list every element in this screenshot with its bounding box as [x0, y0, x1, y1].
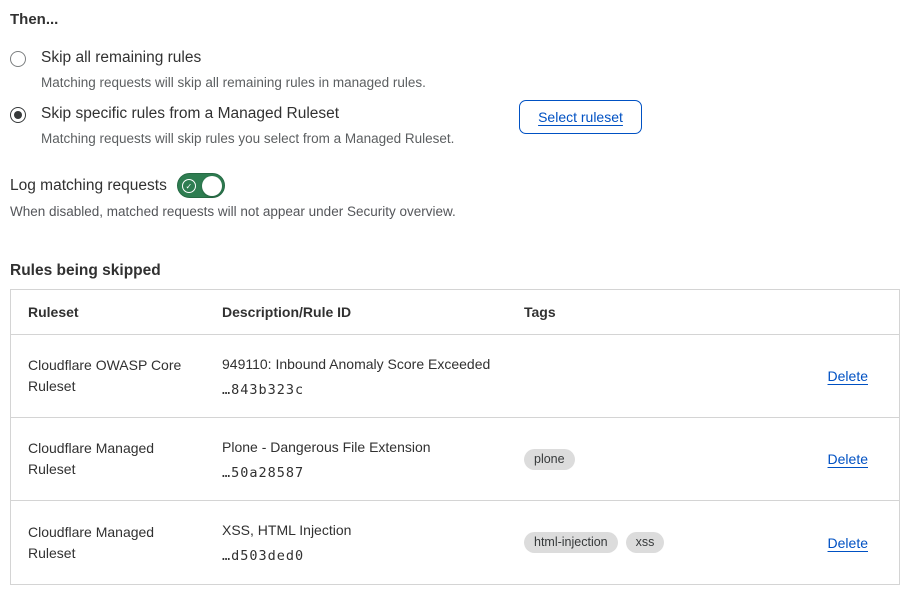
log-toggle-label: Log matching requests	[10, 177, 167, 195]
table-header-row: Ruleset Description/Rule ID Tags	[11, 290, 899, 335]
rules-table: Ruleset Description/Rule ID Tags Cloudfl…	[10, 289, 900, 585]
description-cell: XSS, HTML Injection …d503ded0	[222, 521, 524, 564]
select-ruleset-button-label: Select ruleset	[538, 109, 623, 125]
log-toggle-switch[interactable]: ✓	[177, 173, 225, 198]
rule-description: 949110: Inbound Anomaly Score Exceeded	[222, 355, 524, 373]
ruleset-cell: Cloudflare OWASP Core Ruleset	[28, 355, 193, 397]
description-cell: 949110: Inbound Anomaly Score Exceeded ……	[222, 355, 524, 398]
tags-cell: html-injection xss	[524, 532, 778, 553]
rule-description: Plone - Dangerous File Extension	[222, 438, 524, 456]
tags-cell: plone	[524, 449, 778, 470]
log-matching-requests-row: Log matching requests ✓	[10, 173, 225, 198]
tag-badge: html-injection	[524, 532, 618, 553]
description-cell: Plone - Dangerous File Extension …50a285…	[222, 438, 524, 481]
rule-description: XSS, HTML Injection	[222, 521, 524, 539]
option-label[interactable]: Skip specific rules from a Managed Rules…	[41, 104, 454, 124]
tag-badge: xss	[626, 532, 665, 553]
log-toggle-description: When disabled, matched requests will not…	[10, 204, 456, 219]
column-header-tags: Tags	[524, 304, 778, 320]
toggle-knob[interactable]	[202, 176, 222, 196]
delete-link[interactable]: Delete	[828, 535, 868, 551]
option-description: Matching requests will skip all remainin…	[41, 74, 426, 91]
check-icon: ✓	[182, 179, 196, 193]
rule-id: …d503ded0	[222, 548, 524, 564]
delete-link[interactable]: Delete	[828, 368, 868, 384]
table-row: Cloudflare OWASP Core Ruleset 949110: In…	[11, 335, 899, 418]
rule-id: …50a28587	[222, 465, 524, 481]
tag-badge: plone	[524, 449, 575, 470]
column-header-ruleset: Ruleset	[28, 304, 222, 320]
column-header-description: Description/Rule ID	[222, 304, 524, 320]
radio-selected-icon[interactable]	[10, 107, 26, 123]
option-skip-specific-rules[interactable]: Skip specific rules from a Managed Rules…	[10, 104, 454, 147]
option-label[interactable]: Skip all remaining rules	[41, 48, 426, 68]
actions-cell: Delete	[828, 451, 868, 467]
table-row: Cloudflare Managed Ruleset XSS, HTML Inj…	[11, 501, 899, 584]
select-ruleset-button[interactable]: Select ruleset	[519, 100, 642, 134]
ruleset-cell: Cloudflare Managed Ruleset	[28, 522, 193, 564]
option-skip-all-rules[interactable]: Skip all remaining rules Matching reques…	[10, 48, 426, 91]
actions-cell: Delete	[828, 368, 868, 384]
rule-id: …843b323c	[222, 382, 524, 398]
delete-link[interactable]: Delete	[828, 451, 868, 467]
table-row: Cloudflare Managed Ruleset Plone - Dange…	[11, 418, 899, 501]
option-description: Matching requests will skip rules you se…	[41, 130, 454, 147]
then-heading: Then...	[10, 11, 58, 28]
actions-cell: Delete	[828, 535, 868, 551]
rules-being-skipped-heading: Rules being skipped	[10, 262, 161, 280]
radio-unselected-icon[interactable]	[10, 51, 26, 67]
ruleset-cell: Cloudflare Managed Ruleset	[28, 438, 193, 480]
